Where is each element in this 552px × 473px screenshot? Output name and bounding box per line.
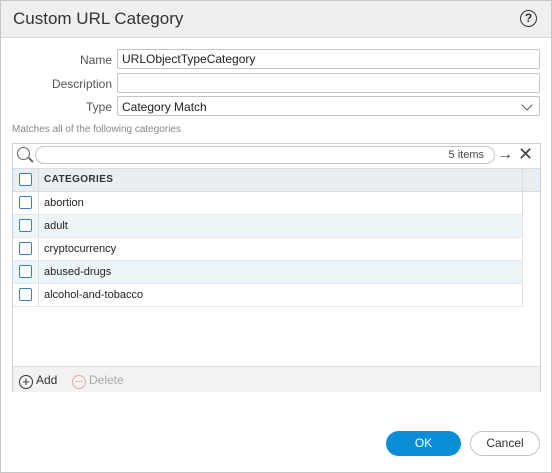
description-field[interactable] bbox=[117, 73, 540, 93]
grid-actions-bar: + Add − Delete bbox=[13, 366, 540, 392]
plus-circle-icon: + bbox=[19, 375, 33, 389]
select-all-checkbox[interactable] bbox=[19, 173, 32, 186]
name-label: Name bbox=[79, 53, 112, 67]
matches-hint: Matches all of the following categories bbox=[12, 124, 181, 135]
add-button[interactable]: + Add bbox=[19, 373, 57, 389]
category-label: cryptocurrency bbox=[44, 243, 117, 255]
search-icon bbox=[17, 147, 30, 160]
table-row[interactable]: abused-drugs bbox=[13, 261, 522, 284]
categories-column-header[interactable]: CATEGORIES bbox=[44, 174, 113, 185]
type-label: Type bbox=[85, 100, 112, 114]
table-row[interactable]: adult bbox=[13, 215, 522, 238]
category-label: abused-drugs bbox=[44, 266, 112, 278]
chevron-down-icon bbox=[521, 99, 533, 111]
column-divider bbox=[38, 261, 39, 283]
row-checkbox[interactable] bbox=[19, 219, 32, 232]
name-field[interactable] bbox=[117, 49, 540, 69]
add-label: Add bbox=[36, 373, 58, 387]
cancel-button[interactable]: Cancel bbox=[470, 431, 540, 456]
categories-panel: 5 items → ✕ CATEGORIES abortion adult cr… bbox=[12, 143, 541, 392]
close-icon[interactable]: ✕ bbox=[518, 145, 534, 163]
type-select-value: Category Match bbox=[122, 100, 207, 114]
table-row[interactable]: abortion bbox=[13, 192, 522, 215]
table-row[interactable]: cryptocurrency bbox=[13, 238, 522, 261]
grid-right-border bbox=[522, 192, 523, 307]
grid-header: CATEGORIES bbox=[13, 168, 522, 192]
column-divider bbox=[38, 284, 39, 306]
custom-url-category-dialog: Custom URL Category ? Name Description T… bbox=[0, 0, 552, 473]
row-checkbox[interactable] bbox=[19, 242, 32, 255]
search-input[interactable]: 5 items bbox=[35, 146, 495, 164]
column-divider bbox=[38, 215, 39, 237]
column-divider bbox=[38, 238, 39, 260]
column-divider bbox=[38, 192, 39, 214]
header-scroll-gutter bbox=[522, 168, 540, 192]
type-select[interactable]: Category Match bbox=[117, 96, 540, 116]
ok-button[interactable]: OK bbox=[386, 431, 461, 456]
table-row[interactable]: alcohol-and-tobacco bbox=[13, 284, 522, 307]
category-label: abortion bbox=[44, 197, 84, 209]
items-count: 5 items bbox=[448, 149, 484, 161]
help-icon[interactable]: ? bbox=[520, 10, 537, 27]
grid-toolbar: 5 items → ✕ bbox=[13, 144, 540, 167]
minus-circle-icon: − bbox=[72, 375, 86, 389]
category-label: alcohol-and-tobacco bbox=[44, 289, 144, 301]
column-divider bbox=[38, 169, 39, 191]
category-rows: abortion adult cryptocurrency abused-dru… bbox=[13, 192, 522, 307]
dialog-title: Custom URL Category bbox=[13, 9, 184, 28]
row-checkbox[interactable] bbox=[19, 288, 32, 301]
description-label: Description bbox=[51, 77, 112, 91]
delete-button[interactable]: − Delete bbox=[72, 373, 124, 389]
delete-label: Delete bbox=[89, 373, 124, 387]
dialog-titlebar: Custom URL Category ? bbox=[1, 1, 551, 38]
row-checkbox[interactable] bbox=[19, 196, 32, 209]
category-label: adult bbox=[44, 220, 68, 232]
arrow-right-icon[interactable]: → bbox=[497, 147, 513, 163]
row-checkbox[interactable] bbox=[19, 265, 32, 278]
